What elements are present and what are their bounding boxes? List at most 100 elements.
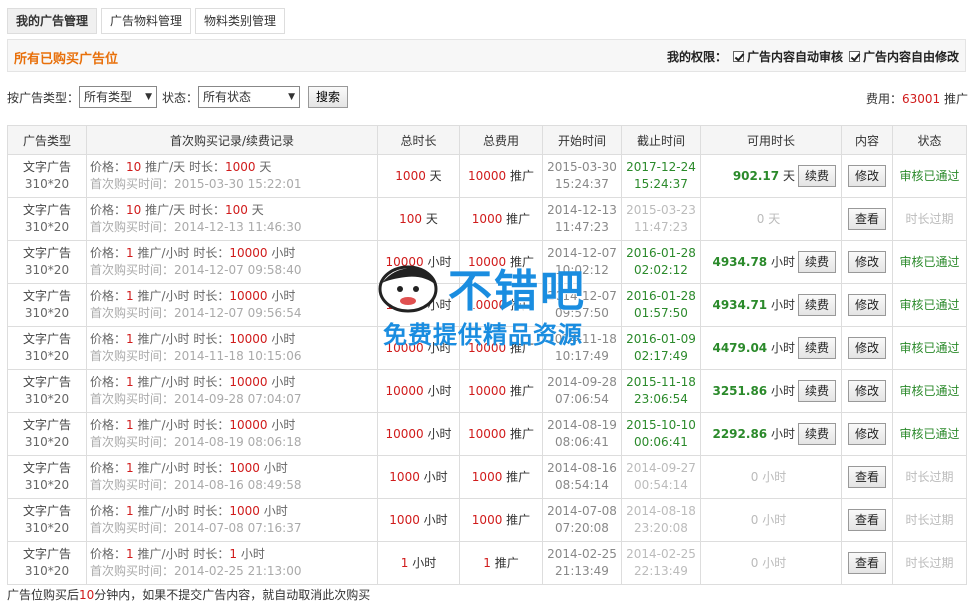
total-fee: 10000	[467, 254, 507, 269]
footnote: 广告位购买后10分钟内，如果不提交广告内容，就自动取消此次购买	[7, 586, 370, 603]
view-button[interactable]: 查看	[847, 466, 886, 488]
status-select[interactable]: 所有状态 ▼	[198, 86, 301, 108]
total-dur-unit: 小时	[423, 512, 448, 527]
price-value: 1	[126, 289, 134, 303]
first-label: 首次购买时间：	[90, 349, 175, 363]
renew-button[interactable]: 续费	[797, 380, 836, 402]
view-button[interactable]: 查看	[847, 509, 886, 531]
price-unit: 推广/小时	[137, 375, 190, 389]
status-text: 审核已通过	[899, 383, 960, 398]
ad-type: 文字广告	[22, 160, 71, 174]
type-select[interactable]: 所有类型 ▼	[79, 86, 158, 108]
avail-zero: 0 小时	[701, 512, 836, 529]
start-time: 15:24:37	[555, 177, 609, 191]
first-label: 首次购买时间：	[90, 220, 175, 234]
price-value: 1	[126, 461, 134, 475]
first-time: 2014-08-16 08:49:58	[174, 478, 302, 492]
first-time: 2014-11-18 10:15:06	[174, 349, 302, 363]
renew-button[interactable]: 续费	[797, 337, 836, 359]
end-date: 2014-08-18	[626, 504, 696, 518]
cell-type: 文字广告 310*20	[7, 197, 87, 241]
first-label: 首次购买时间：	[90, 263, 175, 277]
cell-end: 2014-02-25 22:13:49	[621, 541, 701, 585]
dur-unit: 小时	[240, 547, 265, 561]
renew-button[interactable]: 续费	[797, 423, 836, 445]
ad-type: 文字广告	[22, 547, 71, 561]
cell-content: 修改	[841, 154, 893, 198]
checkbox-free-edit[interactable]	[848, 51, 860, 62]
cell-status: 时长过期	[892, 197, 967, 241]
view-button[interactable]: 查看	[847, 552, 886, 574]
first-label: 首次购买时间：	[90, 392, 175, 406]
avail-unit: 天	[768, 211, 781, 226]
cell-status: 时长过期	[892, 541, 967, 585]
table-row: 文字广告 310*20 价格：10 推广/天 时长：100 天首次购买时间：2014…	[7, 197, 967, 241]
dur-label: 时长：	[193, 375, 230, 389]
end-time: 23:06:54	[634, 392, 688, 406]
start-date: 2014-12-07	[547, 246, 617, 260]
dur-label: 时长：	[189, 160, 226, 174]
edit-button[interactable]: 修改	[847, 251, 886, 273]
ad-size: 310*20	[24, 478, 70, 492]
end-date: 2015-03-23	[626, 203, 696, 217]
dur-label: 时长：	[193, 246, 230, 260]
end-time: 22:13:49	[634, 564, 688, 578]
total-fee: 10000	[467, 426, 507, 441]
total-fee: 10000	[467, 340, 507, 355]
cell-total-fee: 10000 推广	[459, 412, 543, 456]
tab-my-ads[interactable]: 我的广告管理	[7, 8, 98, 34]
ads-table: 广告类型 首次购买记录/续费记录 总时长 总费用 开始时间 截止时间 可用时长 …	[7, 125, 967, 585]
end-time: 02:17:49	[634, 349, 688, 363]
cell-total-fee: 1000 推广	[459, 498, 543, 542]
first-time: 2014-02-25 21:13:00	[174, 564, 302, 578]
tab-material-categories[interactable]: 物料类别管理	[195, 8, 286, 34]
cell-content: 查看	[841, 455, 893, 499]
renew-button[interactable]: 续费	[797, 165, 836, 187]
cell-status: 审核已通过	[892, 369, 967, 413]
renew-button[interactable]: 续费	[797, 294, 836, 316]
tab-bar: 我的广告管理 广告物料管理 物料类别管理	[7, 8, 286, 34]
price-label: 价格：	[90, 461, 127, 475]
ad-size: 310*20	[24, 349, 70, 363]
edit-button[interactable]: 修改	[847, 294, 886, 316]
price-unit: 推广/小时	[137, 332, 190, 346]
cell-start: 2014-08-19 08:06:41	[542, 412, 622, 456]
dur-value: 10000	[229, 332, 268, 346]
edit-button[interactable]: 修改	[847, 380, 886, 402]
table-row: 文字广告 310*20 价格：1 推广/小时 时长：1 小时 首次购买时间：2014-…	[7, 541, 967, 585]
chevron-down-icon: ▼	[288, 92, 296, 102]
end-time: 01:57:50	[634, 306, 688, 320]
avail-unit: 小时	[770, 255, 795, 269]
total-dur-unit: 小时	[427, 340, 452, 355]
price-value: 1	[126, 375, 134, 389]
total-dur: 10000	[385, 297, 424, 312]
col-header: 状态	[892, 125, 967, 155]
cell-content: 查看	[841, 197, 893, 241]
avail-unit: 小时	[762, 512, 787, 527]
checkbox-auto-review[interactable]	[732, 51, 744, 62]
tab-ad-materials[interactable]: 广告物料管理	[101, 8, 192, 34]
table-row: 文字广告 310*20 价格：1 推广/小时 时长：10000 小时 首次购买时间：2…	[7, 326, 967, 370]
dur-label: 时长：	[189, 203, 226, 217]
cell-content: 查看	[841, 498, 893, 542]
edit-button[interactable]: 修改	[847, 423, 886, 445]
total-dur: 10000	[385, 426, 424, 441]
cell-record: 价格：1 推广/小时 时长：10000 小时 首次购买时间：2014-09-28 …	[86, 369, 378, 413]
cell-record: 价格：1 推广/小时 时长：10000 小时 首次购买时间：2014-12-07 …	[86, 240, 378, 284]
start-date: 2014-12-13	[547, 203, 617, 217]
search-button[interactable]: 搜索	[308, 86, 349, 108]
start-date: 2014-11-18	[547, 332, 617, 346]
fee-unit: 推广	[943, 92, 968, 106]
edit-button[interactable]: 修改	[847, 165, 886, 187]
permission-auto-review: 广告内容自动审核	[746, 50, 843, 64]
status-text: 审核已通过	[899, 254, 960, 269]
ad-size: 310*20	[24, 263, 70, 277]
first-time: 2014-07-08 07:16:37	[174, 521, 302, 535]
cell-start: 2014-12-07 10:02:12	[542, 240, 622, 284]
price-value: 10	[126, 160, 142, 174]
renew-button[interactable]: 续费	[797, 251, 836, 273]
edit-button[interactable]: 修改	[847, 337, 886, 359]
view-button[interactable]: 查看	[847, 208, 886, 230]
panel-header: 所有已购买广告位 我的权限： 广告内容自动审核 广告内容自由修改	[7, 39, 966, 72]
first-label: 首次购买时间：	[90, 478, 175, 492]
